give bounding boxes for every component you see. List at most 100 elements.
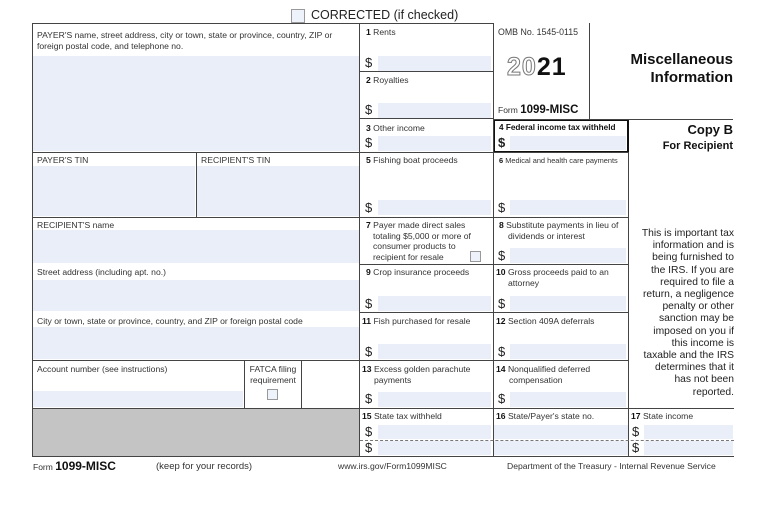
payer-name-label: PAYER'S name, street address, city or to… bbox=[37, 30, 333, 51]
box11-dollar: $ bbox=[365, 344, 373, 359]
box14-line2: compensation bbox=[509, 374, 563, 385]
recipient-tin-field[interactable] bbox=[197, 166, 359, 216]
box13-line2: payments bbox=[374, 374, 412, 385]
box16-state-no-field-2[interactable] bbox=[494, 441, 628, 455]
box11-label: 11 Fish purchased for resale bbox=[362, 316, 471, 326]
box7-line2: totaling $5,000 or more of bbox=[373, 230, 471, 241]
notice-line: this income is bbox=[671, 337, 734, 349]
recipient-name-field[interactable] bbox=[33, 230, 359, 263]
tax-year: 2021 bbox=[507, 53, 567, 82]
shaded-area bbox=[33, 409, 359, 456]
street-address-field[interactable] bbox=[33, 280, 359, 311]
box2-royalties-field[interactable] bbox=[378, 103, 491, 118]
for-recipient-label: For Recipient bbox=[662, 140, 733, 152]
box8-substitute-payments-field[interactable] bbox=[510, 248, 626, 263]
box13-golden-parachute-field[interactable] bbox=[378, 392, 491, 407]
notice-line: taxable and the IRS bbox=[643, 350, 734, 362]
footer-form-prefix: Form bbox=[33, 462, 53, 472]
box16-state-no-field-1[interactable] bbox=[494, 425, 628, 439]
footer-department: Department of the Treasury - Internal Re… bbox=[507, 461, 716, 471]
box9-crop-insurance-field[interactable] bbox=[378, 296, 491, 311]
notice-line: required to file a bbox=[660, 276, 734, 288]
notice-line: This is important tax bbox=[641, 228, 734, 239]
box15-label: 15 State tax withheld bbox=[362, 411, 442, 421]
box17-state-income-field-1[interactable] bbox=[644, 425, 733, 439]
box14-dollar: $ bbox=[498, 391, 506, 406]
box8-label: 8 Substitute payments in lieu of dividen… bbox=[499, 220, 629, 241]
box17-state-income-field-2[interactable] bbox=[644, 441, 733, 455]
form-name: 1099-MISC bbox=[520, 104, 579, 116]
footer-keep-note: (keep for your records) bbox=[156, 461, 253, 472]
omb-number: OMB No. 1545-0115 bbox=[498, 27, 579, 37]
box14-nonqualified-field[interactable] bbox=[510, 392, 626, 407]
tax-year-outline: 20 bbox=[507, 53, 537, 82]
box9-label: 9 Crop insurance proceeds bbox=[366, 267, 470, 277]
corrected-label: CORRECTED (if checked) bbox=[311, 8, 459, 22]
box6-label: 6 Medical and health care payments bbox=[499, 156, 618, 165]
notice-line: information and is bbox=[652, 240, 734, 252]
box2-label: 2 Royalties bbox=[366, 75, 409, 85]
box10-gross-proceeds-field[interactable] bbox=[510, 296, 626, 311]
box5-dollar: $ bbox=[365, 200, 373, 215]
box12-dollar: $ bbox=[498, 344, 506, 359]
recipient-tin-label: RECIPIENT'S TIN bbox=[201, 155, 271, 165]
notice-line: being furnished to bbox=[652, 252, 734, 264]
box7-checkbox[interactable] bbox=[470, 251, 481, 262]
title-line1: Miscellaneous bbox=[630, 51, 733, 68]
notice-line: sanction may be bbox=[659, 313, 734, 325]
payer-tin-field[interactable] bbox=[33, 166, 195, 216]
box12-409a-field[interactable] bbox=[510, 344, 626, 359]
box6-dollar: $ bbox=[498, 200, 506, 215]
box4-dollar: $ bbox=[498, 135, 506, 150]
box4-federal-tax-field[interactable] bbox=[510, 136, 626, 150]
box8-line2: dividends or interest bbox=[508, 230, 585, 241]
account-number-field[interactable] bbox=[33, 391, 243, 407]
corrected-checkbox[interactable] bbox=[291, 9, 305, 23]
tax-year-bold: 21 bbox=[536, 53, 567, 81]
box17-label: 17 State income bbox=[631, 411, 694, 421]
city-state-zip-label: City or town, state or province, country… bbox=[37, 316, 303, 326]
fatca-label-line2: requirement bbox=[250, 374, 296, 385]
fatca-label: FATCA filing requirement bbox=[245, 364, 301, 385]
account-number-label: Account number (see instructions) bbox=[37, 364, 168, 374]
box3-other-income-field[interactable] bbox=[378, 136, 491, 151]
box11-fish-purchased-field[interactable] bbox=[378, 344, 491, 359]
footer-form-name: 1099-MISC bbox=[55, 459, 116, 473]
copy-label: Copy B bbox=[687, 122, 734, 137]
city-state-zip-field[interactable] bbox=[33, 327, 359, 359]
footer-form-id: Form 1099-MISC bbox=[33, 459, 116, 473]
box1-dollar: $ bbox=[365, 55, 373, 70]
notice-line: imposed on you if bbox=[653, 325, 734, 337]
box15-state-tax-field-1[interactable] bbox=[378, 425, 491, 439]
box13-label: 13 Excess golden parachute payments bbox=[362, 364, 492, 385]
payer-name-field[interactable] bbox=[33, 56, 359, 151]
form-title: Miscellaneous Information bbox=[600, 51, 733, 87]
box5-fishing-boat-field[interactable] bbox=[378, 200, 491, 215]
box3-dollar: $ bbox=[365, 135, 373, 150]
box4-label: 4 Federal income tax withheld bbox=[499, 123, 616, 132]
recipient-name-label: RECIPIENT'S name bbox=[37, 220, 115, 230]
box15-dollar-2: $ bbox=[365, 440, 373, 455]
box17-dollar-2: $ bbox=[632, 440, 640, 455]
footer-url[interactable]: www.irs.gov/Form1099MISC bbox=[338, 461, 447, 471]
box8-dollar: $ bbox=[498, 248, 506, 263]
box5-label: 5 Fishing boat proceeds bbox=[366, 155, 458, 165]
notice-line: penalty or other bbox=[662, 301, 734, 313]
box12-label: 12 Section 409A deferrals bbox=[496, 316, 595, 326]
box6-medical-field[interactable] bbox=[510, 200, 626, 215]
box17-dollar-1: $ bbox=[632, 424, 640, 439]
fatca-checkbox[interactable] bbox=[267, 389, 278, 400]
box3-label: 3 Other income bbox=[366, 123, 425, 133]
box2-dollar: $ bbox=[365, 102, 373, 117]
notice-line: reported. bbox=[692, 386, 734, 398]
box15-state-tax-field-2[interactable] bbox=[378, 441, 491, 455]
box15-dollar-1: $ bbox=[365, 424, 373, 439]
form-id: Form 1099-MISC bbox=[498, 104, 578, 116]
notice-line: the IRS. If you are bbox=[651, 264, 734, 276]
notice-line: return, a negligence bbox=[642, 289, 734, 301]
box13-dollar: $ bbox=[365, 391, 373, 406]
notice-line: has not been bbox=[674, 374, 734, 386]
box1-rents-field[interactable] bbox=[378, 56, 491, 71]
payer-tin-label: PAYER'S TIN bbox=[37, 155, 89, 165]
box9-dollar: $ bbox=[365, 296, 373, 311]
